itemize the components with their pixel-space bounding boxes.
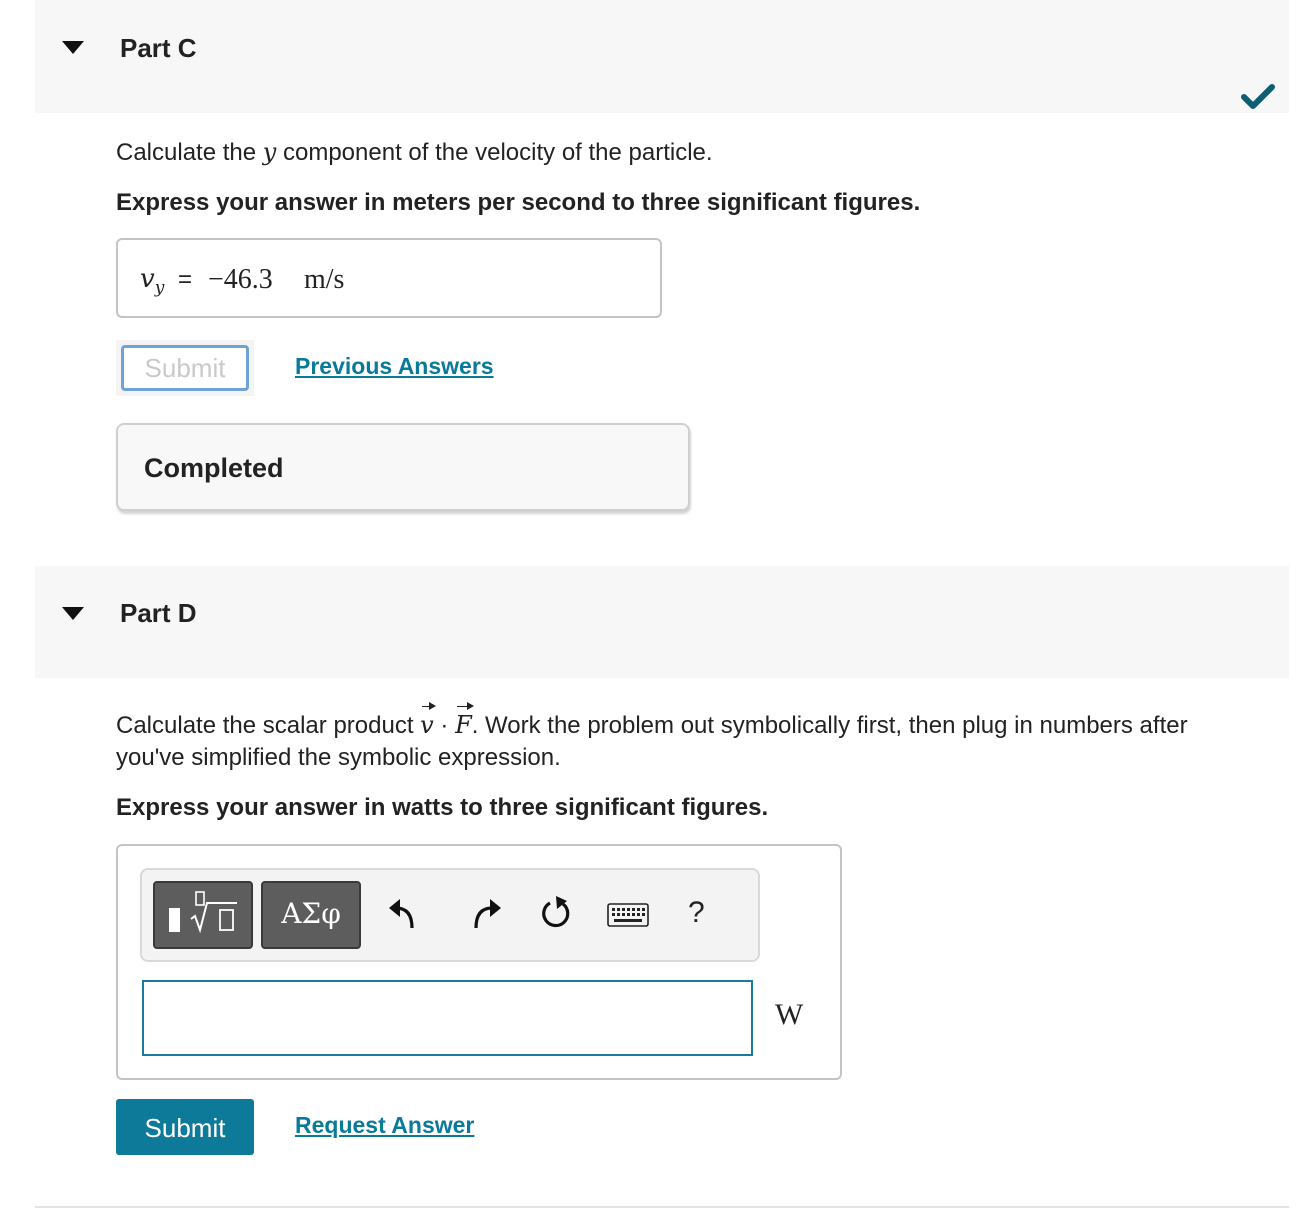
section-divider (35, 1206, 1289, 1208)
part-d-header[interactable]: Part D (35, 566, 1289, 678)
math-toolbar: ΑΣφ ? (140, 868, 760, 962)
part-d-instruction: Express your answer in watts to three si… (116, 794, 769, 821)
answer-input[interactable] (142, 980, 753, 1056)
unit-label: W (775, 998, 804, 1031)
greek-symbols-button[interactable]: ΑΣφ (261, 881, 361, 949)
part-c-header[interactable]: Part C (35, 0, 1289, 113)
reset-icon[interactable] (537, 888, 575, 940)
help-button[interactable]: ? (688, 896, 705, 930)
answer-display: vy = −46.3 m/s (116, 238, 662, 318)
math-answer-editor: ΑΣφ ? W (116, 844, 842, 1080)
collapse-triangle-icon[interactable] (62, 41, 84, 54)
part-c-title: Part C (120, 33, 197, 63)
checkmark-icon (1241, 84, 1275, 109)
part-c-question: Calculate the y component of the velocit… (116, 138, 713, 166)
equals-sign: = (178, 266, 193, 293)
redo-icon[interactable] (468, 888, 502, 940)
collapse-triangle-icon[interactable] (62, 607, 84, 620)
answer-unit: m/s (304, 264, 345, 295)
completed-status-box: Completed (116, 423, 690, 511)
answer-variable: vy (140, 264, 165, 299)
request-answer-link[interactable]: Request Answer (295, 1112, 474, 1139)
answer-value: −46.3 (208, 264, 273, 295)
part-d-question: Calculate the scalar product v · F. Work… (116, 702, 1188, 771)
vector-F: F (455, 702, 474, 739)
var-y: y (262, 138, 277, 166)
submit-button-wrap: Submit (116, 340, 254, 396)
templates-button[interactable] (153, 881, 253, 949)
previous-answers-link[interactable]: Previous Answers (295, 353, 494, 380)
submit-button-disabled[interactable]: Submit (121, 345, 249, 391)
undo-icon[interactable] (388, 888, 422, 940)
sqrt-templates-icon (169, 891, 237, 934)
completed-label: Completed (144, 453, 284, 483)
part-d-title: Part D (120, 598, 197, 628)
keyboard-icon[interactable] (606, 888, 650, 940)
vector-v: v (420, 702, 436, 739)
submit-button[interactable]: Submit (116, 1099, 254, 1155)
part-c-instruction: Express your answer in meters per second… (116, 189, 921, 216)
